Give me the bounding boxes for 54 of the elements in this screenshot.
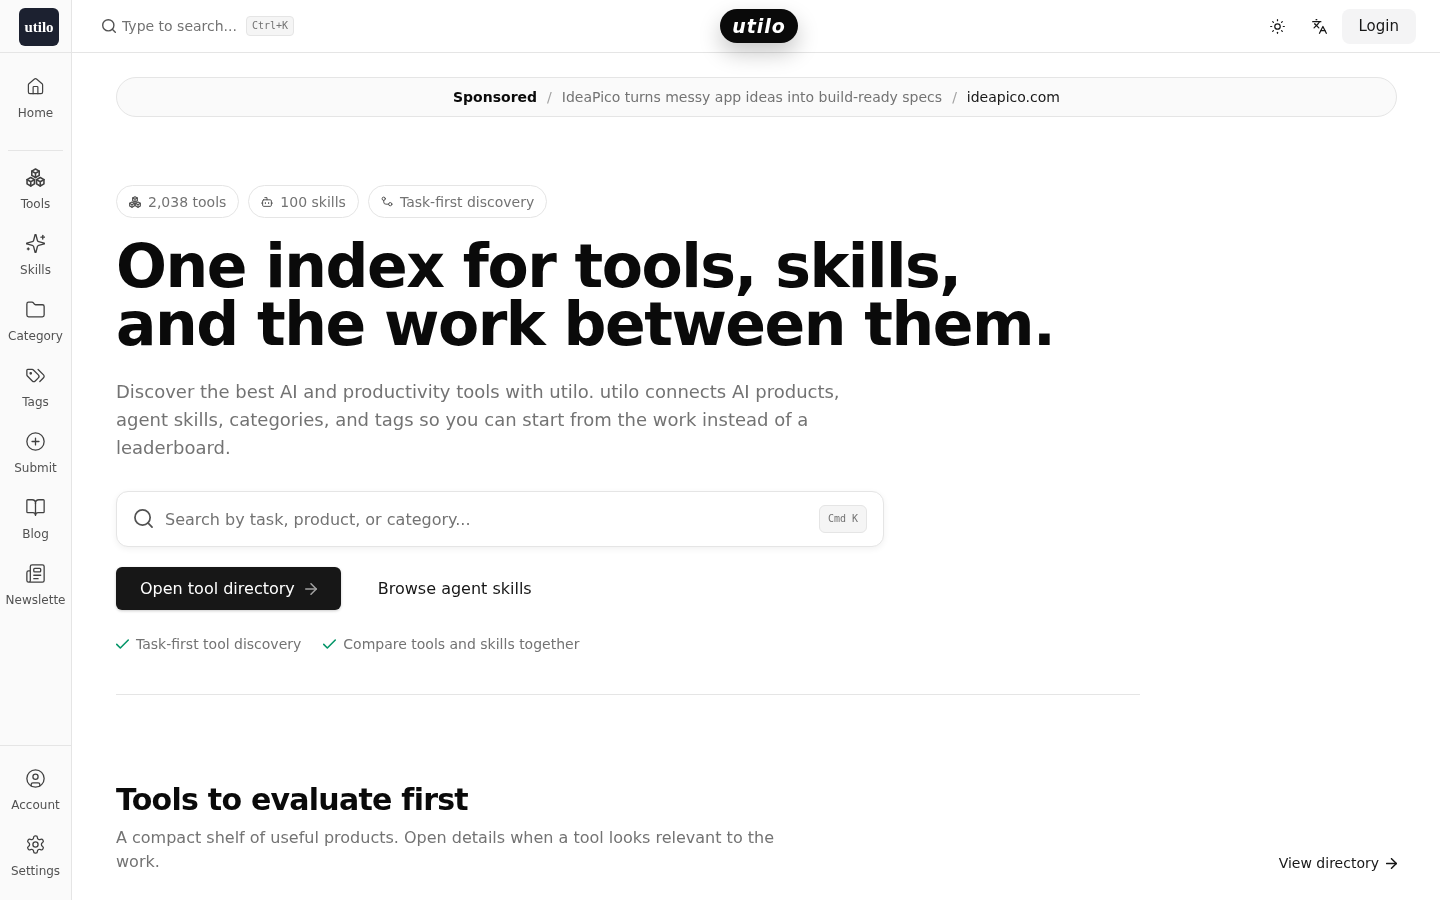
logo[interactable]: utilo xyxy=(19,8,59,46)
user-circle-icon xyxy=(26,769,45,788)
search-icon xyxy=(102,19,116,33)
home-icon xyxy=(26,77,45,96)
translate-icon[interactable] xyxy=(1311,18,1327,34)
hero-title: One index for tools, skills, and the work between them. xyxy=(116,237,1056,353)
route-icon xyxy=(380,195,393,208)
sidebar-item[interactable]: Submit xyxy=(0,421,71,487)
highlight-text: Task-first tool discovery xyxy=(136,635,302,654)
highlight-text: Compare tools and skills together xyxy=(343,635,580,654)
newspaper-icon xyxy=(26,564,45,583)
sponsor-link[interactable]: ideapico.com xyxy=(966,89,1060,105)
sponsor-text: IdeaPico turns messy app ideas into build-ready specs xyxy=(561,89,943,105)
sidebar-item[interactable]: Newslette xyxy=(0,553,71,619)
view-directory-link[interactable]: View directory xyxy=(1278,855,1397,871)
login-button[interactable]: Login xyxy=(1341,8,1416,44)
tags-icon xyxy=(26,366,45,385)
bot-icon xyxy=(261,195,274,208)
arrow-right-icon xyxy=(304,582,317,595)
sidebar-item[interactable]: Blog xyxy=(0,487,71,553)
shortcut-key: Cmd K xyxy=(818,505,867,533)
arrow-right-icon xyxy=(1386,857,1397,869)
section-title: Tools to evaluate first xyxy=(116,782,469,818)
folder-icon xyxy=(26,300,45,319)
hero-description: Discover the best AI and productivity tools with utilo. utilo connects AI products, agent skills, categories, and tags so you can start from the work instead of a leaderboard. xyxy=(116,380,841,460)
slash-separator: / xyxy=(547,89,552,105)
chip-text: 2,038 tools xyxy=(148,193,227,210)
sidebar-item[interactable]: Account xyxy=(0,758,71,824)
shortcut-key: Ctrl+K xyxy=(246,16,295,36)
check-icon xyxy=(116,639,129,649)
brand-logo[interactable]: utilo xyxy=(720,9,798,43)
open-directory-button[interactable]: Open tool directory xyxy=(116,567,341,610)
sidebar-item[interactable]: Home xyxy=(0,66,71,132)
plus-circle-icon xyxy=(26,432,45,451)
book-icon xyxy=(26,498,45,517)
settings-icon xyxy=(26,835,45,854)
sun-icon[interactable] xyxy=(1269,18,1285,34)
sponsored-label: Sponsored xyxy=(453,89,538,105)
browse-skills-button[interactable]: Browse agent skills xyxy=(353,567,556,610)
chip-text: Task-first discovery xyxy=(399,193,535,210)
check-icon xyxy=(323,639,337,649)
slash-separator: / xyxy=(952,89,957,105)
sidebar-item[interactable]: Tools xyxy=(0,157,71,223)
sidebar-item[interactable]: Tags xyxy=(0,355,71,421)
sidebar-item[interactable]: Settings xyxy=(0,824,71,890)
sparkles-icon xyxy=(26,234,45,253)
cubes-icon xyxy=(129,195,141,208)
chip-text: 100 skills xyxy=(280,193,346,210)
sidebar-item[interactable]: Skills xyxy=(0,223,71,289)
sidebar-item[interactable]: Category xyxy=(0,289,71,355)
cubes-icon xyxy=(26,168,45,187)
section-description: A compact shelf of useful products. Open details when a tool looks relevant to the work. xyxy=(116,827,775,873)
search-icon xyxy=(134,509,153,528)
search-field[interactable]: Type to search... xyxy=(122,18,240,34)
